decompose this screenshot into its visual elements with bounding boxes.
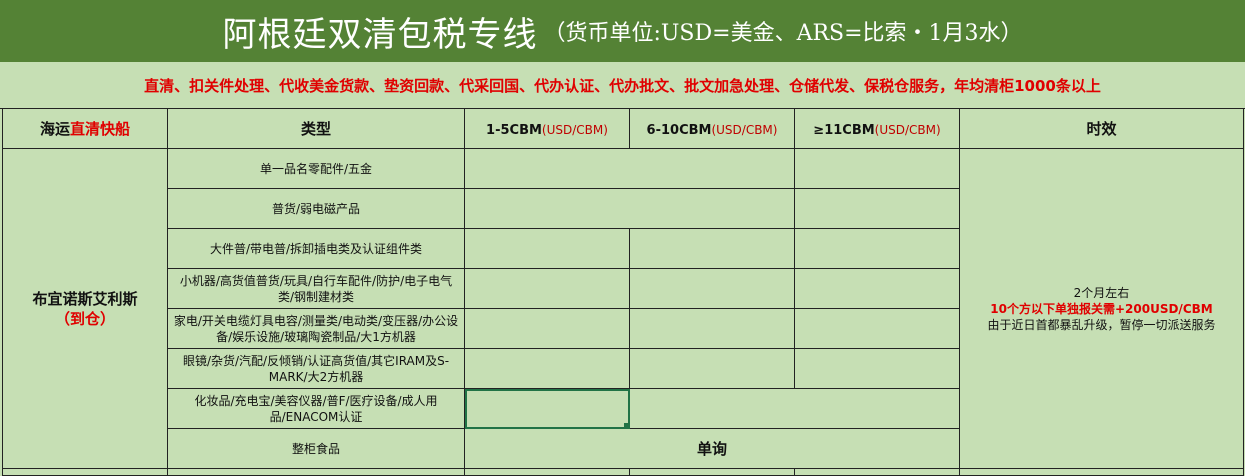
currency-note: （货币单位:USD=美金、ARS=比索・1月3水） — [543, 21, 1023, 46]
header-tier-11cbm[interactable]: ≥11CBM(USD/CBM) — [794, 108, 960, 149]
price-cell[interactable] — [629, 348, 795, 389]
tier2-unit: (USD/CBM) — [711, 122, 778, 137]
tier2-label: 6-10CBM — [646, 122, 712, 138]
destination-city: 布宜诺斯艾利斯 — [32, 289, 138, 308]
header-type[interactable]: 类型 — [167, 108, 465, 149]
timeline-surcharge: 10个方以下单独报关需+200USD/CBM — [990, 301, 1213, 316]
price-cell[interactable] — [629, 388, 960, 429]
inquire-cell[interactable]: 单询 — [464, 428, 960, 469]
timeline-notice: 由于近日首都暴乱升级，暂停一切派送服务 — [987, 317, 1216, 332]
empty-cell[interactable] — [464, 468, 630, 476]
selected-cell[interactable] — [464, 388, 630, 429]
rate-table: 海运直清快船 类型 1-5CBM(USD/CBM) 6-10CBM(USD/CB… — [2, 108, 1244, 476]
price-cell[interactable] — [464, 268, 630, 309]
category-cell[interactable]: 小机器/高货值普货/玩具/自行车配件/防护/电子电气类/钢制建材类 — [167, 268, 465, 309]
timeline-duration: 2个月左右 — [1073, 285, 1130, 300]
price-cell[interactable] — [464, 308, 630, 349]
price-cell[interactable] — [464, 148, 795, 189]
category-cell[interactable]: 整柜食品 — [167, 428, 465, 469]
category-cell[interactable]: 大件普/带电普/拆卸插电类及认证组件类 — [167, 228, 465, 269]
timeline-cell[interactable]: 2个月左右 10个方以下单独报关需+200USD/CBM 由于近日首都暴乱升级，… — [959, 148, 1244, 469]
destination-note: （到仓） — [54, 309, 115, 328]
table-row — [2, 468, 1244, 476]
price-cell[interactable] — [794, 228, 960, 269]
tier3-label: ≥11CBM — [813, 122, 875, 138]
header-tier-6-10cbm[interactable]: 6-10CBM(USD/CBM) — [629, 108, 795, 149]
category-cell[interactable]: 眼镜/杂货/汽配/反倾销/认证高货值/其它IRAM及S-MARK/大2方机器 — [167, 348, 465, 389]
price-cell[interactable] — [794, 348, 960, 389]
price-cell[interactable] — [794, 268, 960, 309]
route-highlight: 直清快船 — [70, 120, 131, 138]
table-row: 布宜诺斯艾利斯 （到仓） 单一品名零配件/五金 2个月左右 10个方以下单独报关… — [2, 148, 1244, 469]
empty-cell[interactable] — [959, 468, 1244, 476]
price-cell[interactable] — [629, 228, 795, 269]
empty-cell[interactable] — [629, 468, 795, 476]
price-cell[interactable] — [464, 348, 630, 389]
category-cell[interactable]: 家电/开关电缆灯具电容/测量类/电动类/变压器/办公设备/娱乐设施/玻璃陶瓷制品… — [167, 308, 465, 349]
route-prefix: 海运 — [39, 120, 70, 138]
category-cell[interactable]: 化妆品/充电宝/美容仪器/普F/医疗设备/成人用品/ENACOM认证 — [167, 388, 465, 429]
header-route[interactable]: 海运直清快船 — [2, 108, 168, 149]
title-banner: 阿根廷双清包税专线 （货币单位:USD=美金、ARS=比索・1月3水） — [0, 0, 1245, 62]
services-banner: 直清、扣关件处理、代收美金货款、垫资回款、代采回国、代办认证、代办批文、批文加急… — [0, 62, 1245, 109]
category-cell[interactable]: 单一品名零配件/五金 — [167, 148, 465, 189]
tier3-unit: (USD/CBM) — [874, 122, 941, 137]
price-cell[interactable] — [794, 308, 960, 349]
header-row: 海运直清快船 类型 1-5CBM(USD/CBM) 6-10CBM(USD/CB… — [2, 108, 1244, 149]
destination-cell[interactable]: 布宜诺斯艾利斯 （到仓） — [2, 148, 168, 469]
category-cell[interactable]: 普货/弱电磁产品 — [167, 188, 465, 229]
price-cell[interactable] — [464, 228, 630, 269]
price-cell[interactable] — [794, 188, 960, 229]
tier1-label: 1-5CBM — [486, 122, 542, 138]
fill-handle[interactable] — [624, 423, 629, 428]
tier1-unit: (USD/CBM) — [541, 122, 608, 137]
price-cell[interactable] — [464, 188, 795, 229]
page-title: 阿根廷双清包税专线 — [222, 14, 538, 55]
header-tier-1-5cbm[interactable]: 1-5CBM(USD/CBM) — [464, 108, 630, 149]
header-timeline[interactable]: 时效 — [959, 108, 1244, 149]
price-cell[interactable] — [794, 148, 960, 189]
empty-cell[interactable] — [794, 468, 960, 476]
empty-cell[interactable] — [167, 468, 465, 476]
price-cell[interactable] — [629, 308, 795, 349]
price-cell[interactable] — [629, 268, 795, 309]
empty-cell[interactable] — [2, 468, 168, 476]
